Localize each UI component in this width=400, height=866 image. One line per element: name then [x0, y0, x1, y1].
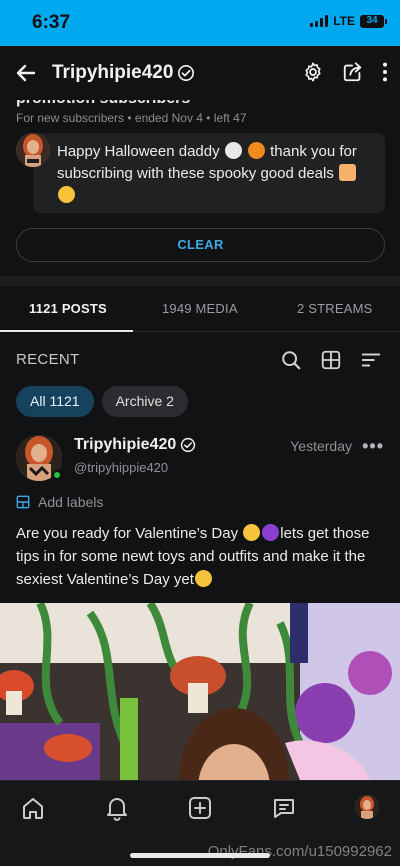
network-label: LTE [333, 14, 355, 28]
tab-media[interactable]: 1949 MEDIA [162, 301, 238, 316]
promotion-message-text: Happy Halloween daddy [57, 143, 220, 160]
app-bar: Tripyhipie420 [0, 46, 400, 100]
post-more-button[interactable]: ••• [362, 436, 384, 457]
status-bar: 6:37 LTE 34 [0, 0, 400, 46]
post-author-name[interactable]: Tripyhipie420 [74, 436, 176, 454]
clear-button[interactable]: CLEAR [16, 228, 385, 262]
smiling-hearts-emoji-icon [58, 186, 75, 203]
devil-emoji-icon [262, 524, 280, 541]
post-text: Are you ready for Valentine’s Day lets g… [16, 522, 388, 591]
promotion-message-text-end: thank you for [270, 143, 357, 160]
recent-label: RECENT [16, 351, 80, 368]
profile-tabs: 1121 POSTS 1949 MEDIA 2 STREAMS [0, 286, 400, 332]
back-arrow-icon[interactable] [14, 61, 38, 85]
home-indicator [130, 853, 270, 858]
battery-icon: 34 [360, 14, 387, 28]
search-icon[interactable] [280, 349, 302, 371]
profile-title: Tripyhipie420 [52, 62, 195, 84]
yum-emoji-icon [194, 570, 212, 587]
recent-row: RECENT [0, 338, 400, 380]
smiling-hearts-emoji-icon [243, 524, 261, 541]
post-image[interactable] [0, 603, 400, 780]
section-divider [0, 276, 400, 286]
add-labels-button[interactable]: Add labels [16, 494, 103, 510]
promotion-meta: For new subscribers • ended Nov 4 • left… [16, 111, 247, 125]
status-indicators: LTE 34 [310, 14, 387, 28]
promotion-section: promotion subscribers For new subscriber… [0, 100, 400, 276]
bottom-navigation: OnlyFans.com/u150992962 [0, 780, 400, 866]
signal-icon [310, 15, 329, 27]
grid-icon[interactable] [320, 349, 342, 371]
ghost-emoji-icon [224, 142, 242, 159]
pumpkin-emoji-icon [247, 142, 265, 159]
share-icon[interactable] [342, 61, 364, 83]
heart-hands-emoji-icon [339, 164, 357, 181]
filter-chips: All 1121 Archive 2 [16, 386, 188, 417]
promotion-avatar [16, 133, 50, 167]
chip-all[interactable]: All 1121 [16, 386, 94, 417]
status-time: 6:37 [32, 12, 71, 33]
promotion-message: Happy Halloween daddy thank you for subs… [33, 133, 385, 213]
post-text-part1: Are you ready for Valentine’s Day [16, 525, 243, 542]
add-labels-text: Add labels [38, 494, 104, 510]
tab-streams[interactable]: 2 STREAMS [297, 301, 372, 316]
messages-icon[interactable] [271, 795, 297, 821]
promotion-title: promotion subscribers [16, 100, 190, 108]
gear-icon[interactable] [302, 61, 324, 83]
sort-icon[interactable] [360, 349, 382, 371]
online-indicator [52, 470, 62, 480]
profile-name: Tripyhipie420 [52, 62, 174, 83]
post-header: Tripyhipie420 @tripyhippie420 Yesterday … [0, 432, 400, 492]
verified-badge-icon [178, 64, 195, 82]
profile-avatar-nav[interactable] [355, 795, 379, 819]
label-icon [16, 495, 30, 509]
more-vertical-icon[interactable] [382, 61, 388, 83]
chip-archive[interactable]: Archive 2 [101, 386, 188, 417]
home-icon[interactable] [20, 795, 46, 821]
post-author[interactable]: Tripyhipie420 [74, 436, 196, 454]
bell-icon[interactable] [104, 795, 130, 821]
active-tab-indicator [0, 330, 133, 332]
tab-posts[interactable]: 1121 POSTS [29, 301, 107, 316]
post-handle[interactable]: @tripyhippie420 [74, 460, 168, 475]
post-time: Yesterday [290, 438, 352, 454]
verified-badge-icon [181, 437, 196, 453]
add-post-icon[interactable] [187, 795, 213, 821]
promotion-message-text-2: subscribing with these spooky good deals [57, 165, 334, 182]
